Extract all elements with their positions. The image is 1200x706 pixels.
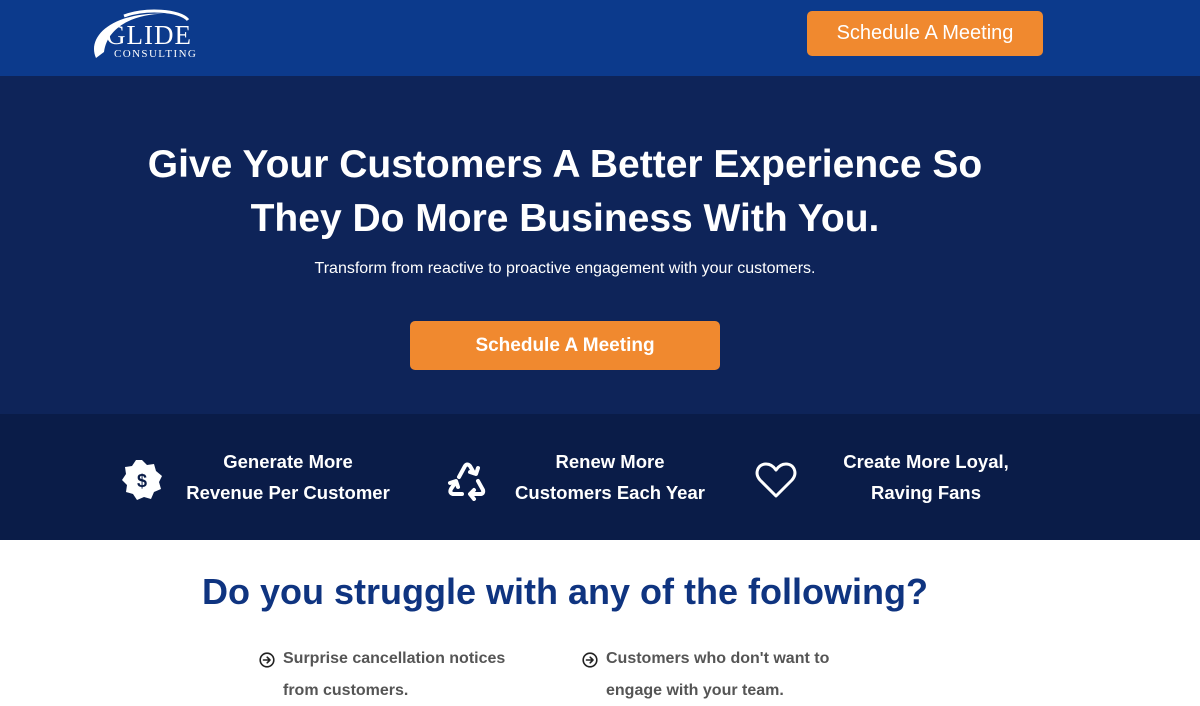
struggle-item-cancellations-line-1: Surprise cancellation notices — [283, 650, 506, 667]
struggle-item-engagement-line-2: engage with your team. — [606, 682, 784, 699]
struggle-item-cancellations-line-2: from customers. — [283, 682, 409, 699]
logo-wordmark: GLIDE — [106, 20, 192, 50]
hero-title-line-2: They Do More Business With You. — [250, 197, 880, 240]
recycle-icon — [448, 462, 486, 501]
dollar-badge-icon: $ — [122, 460, 162, 500]
benefit-revenue-line-2: Revenue Per Customer — [186, 482, 390, 503]
benefit-revenue: Generate More Revenue Per Customer — [168, 446, 408, 508]
benefit-revenue-line-1: Generate More — [223, 451, 353, 472]
struggle-item-engagement: Customers who don't want to engage with … — [606, 643, 886, 706]
hero-title: Give Your Customers A Better Experience … — [60, 138, 1070, 246]
header-schedule-meeting-button[interactable]: Schedule A Meeting — [807, 11, 1043, 56]
benefit-loyalty: Create More Loyal, Raving Fans — [816, 446, 1036, 508]
benefit-renewals-line-2: Customers Each Year — [515, 482, 705, 503]
struggle-item-engagement-line-1: Customers who don't want to — [606, 650, 830, 667]
heart-icon — [755, 462, 797, 498]
glide-consulting-logo[interactable]: GLIDE CONSULTING — [84, 6, 204, 64]
logo-tagline: CONSULTING — [114, 48, 198, 60]
arrow-circle-right-icon — [259, 652, 275, 668]
hero-title-line-1: Give Your Customers A Better Experience … — [147, 143, 983, 186]
struggle-item-cancellations: Surprise cancellation notices from custo… — [283, 643, 553, 706]
arrow-circle-right-icon — [582, 652, 598, 668]
svg-text:$: $ — [137, 471, 147, 491]
hero-subtitle: Transform from reactive to proactive eng… — [314, 260, 816, 277]
benefit-loyalty-line-2: Raving Fans — [871, 482, 981, 503]
struggle-heading: Do you struggle with any of the followin… — [202, 571, 928, 612]
benefit-renewals: Renew More Customers Each Year — [495, 446, 725, 508]
hero-schedule-meeting-button[interactable]: Schedule A Meeting — [410, 321, 720, 370]
benefits-band: $ Generate More Revenue Per Customer Ren… — [0, 414, 1200, 540]
hero-section: Give Your Customers A Better Experience … — [0, 76, 1200, 414]
benefit-loyalty-line-1: Create More Loyal, — [843, 451, 1009, 472]
site-header: GLIDE CONSULTING Schedule A Meeting — [0, 0, 1200, 76]
benefit-renewals-line-1: Renew More — [555, 451, 665, 472]
